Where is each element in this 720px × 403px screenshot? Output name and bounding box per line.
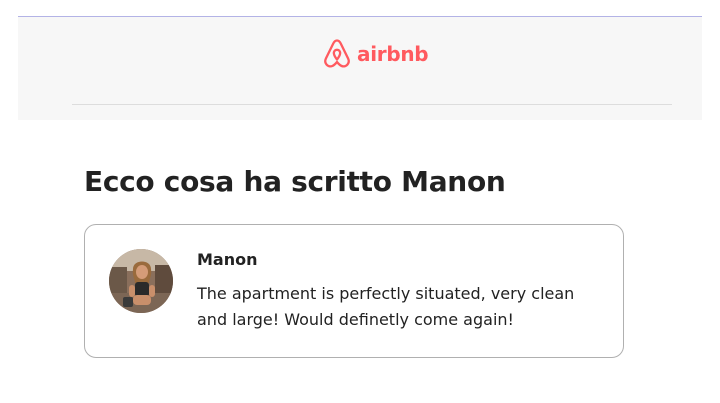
airbnb-logo-link[interactable]: airbnb	[321, 37, 429, 71]
reviewer-name: Manon	[197, 250, 258, 269]
email-header: airbnb	[18, 17, 702, 120]
reviewer-avatar	[109, 249, 173, 313]
airbnb-belo-icon	[321, 37, 353, 71]
header-divider	[72, 104, 672, 105]
review-text: The apartment is perfectly situated, ver…	[197, 284, 575, 329]
page-title: Ecco cosa ha scritto Manon	[84, 165, 506, 198]
airbnb-wordmark: airbnb	[357, 42, 429, 66]
email-page: airbnb Ecco cosa ha scritto Manon Manon …	[0, 0, 720, 403]
review-card: Manon The apartment is perfectly situate…	[84, 224, 624, 358]
